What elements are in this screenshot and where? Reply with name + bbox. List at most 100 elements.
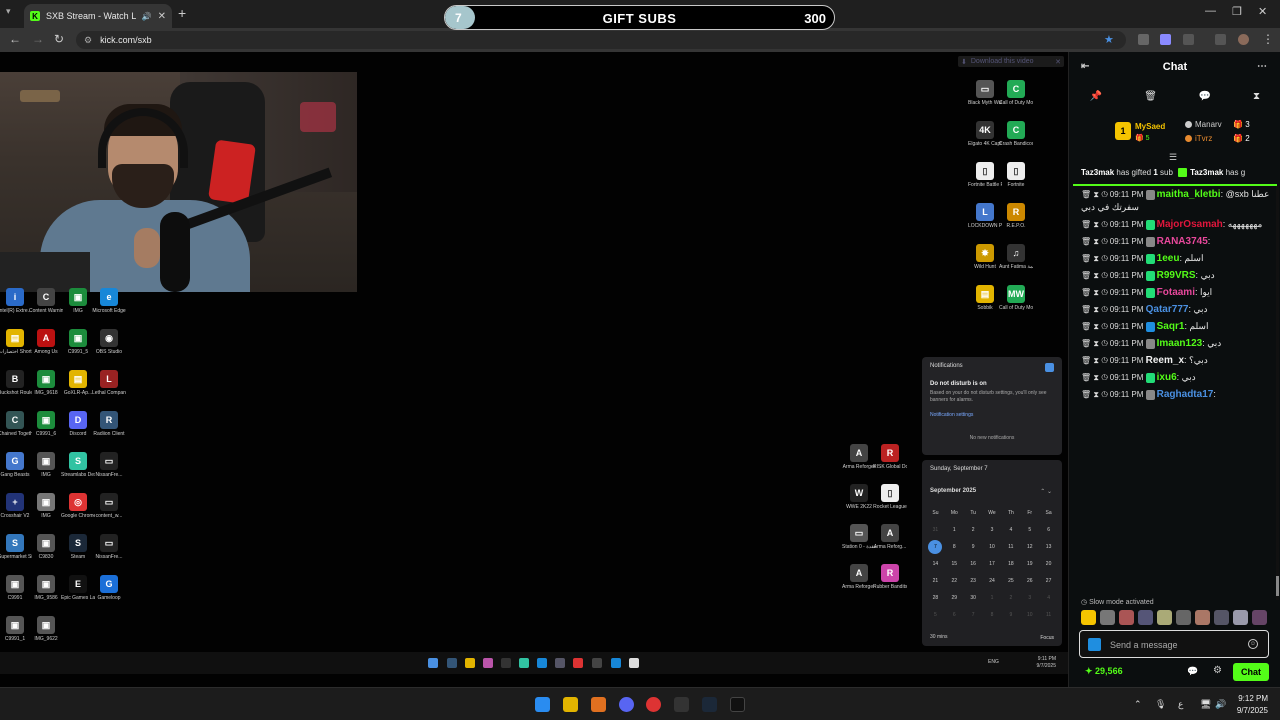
calendar-day[interactable]: 1	[945, 522, 964, 539]
chat-bubble-icon[interactable]: 💬	[1187, 666, 1198, 677]
chat-message[interactable]: 🗑 ⧗ ◷ 09:11 PM ixu6: دبي	[1069, 369, 1277, 386]
channel-points[interactable]: ✦ 29,566	[1085, 666, 1123, 677]
tray-chevron-icon[interactable]: ⌃	[1134, 699, 1142, 710]
chat-message[interactable]: 🗑 ⧗ ◷ 09:11 PM MajorOsamah: مههههههه	[1069, 216, 1277, 233]
emote-icon[interactable]	[1119, 610, 1134, 625]
desktop-shortcut[interactable]: G Gang Beasts	[0, 452, 32, 478]
extensions-puzzle-icon[interactable]	[1183, 34, 1194, 45]
calendar-day[interactable]: 2	[964, 522, 983, 539]
chat-username[interactable]: Reem_x	[1146, 355, 1184, 366]
desktop-shortcut[interactable]: ▭ NissanFre...	[92, 534, 126, 560]
desktop-shortcut[interactable]: A Arma Reforger	[842, 444, 876, 470]
desktop-shortcut[interactable]: MW Call of Duty Modern W...	[999, 285, 1033, 311]
calendar-day[interactable]: 20	[1039, 556, 1058, 573]
forward-icon[interactable]: →	[32, 32, 44, 46]
profile-avatar[interactable]	[1238, 34, 1249, 45]
desktop-shortcut[interactable]: R R.E.P.O.	[999, 203, 1033, 229]
emote-icon[interactable]	[1214, 610, 1229, 625]
chat-message[interactable]: 🗑 ⧗ ◷ 09:11 PM Fotaami: ايوا	[1069, 284, 1277, 301]
chat-username[interactable]: R99VRS	[1157, 270, 1196, 281]
emote-icon[interactable]	[1252, 610, 1267, 625]
emote-icon[interactable]	[1157, 610, 1172, 625]
calendar-day[interactable]: 13	[1039, 539, 1058, 556]
desktop-shortcut[interactable]: ▤ Sobbik	[968, 285, 1002, 311]
steam-icon[interactable]	[702, 697, 717, 712]
desktop-shortcut[interactable]: L LOCKDOWN Protocol	[968, 203, 1002, 229]
desktop-shortcut[interactable]: R RISK Global Domination	[873, 444, 907, 470]
desktop-shortcut[interactable]: A Among Us	[29, 329, 63, 355]
media-control-icon[interactable]	[1215, 34, 1226, 45]
chat-username[interactable]: 1eeu	[1157, 253, 1180, 264]
pin-icon[interactable]: 📌	[1090, 91, 1102, 102]
tab-search-icon[interactable]: ▾	[6, 6, 18, 18]
chat-username[interactable]: ixu6	[1157, 372, 1177, 383]
calendar-day[interactable]: 6	[945, 607, 964, 624]
desktop-shortcut[interactable]: ▭ content_w...	[92, 493, 126, 519]
volume-icon[interactable]: 🔊	[1215, 699, 1226, 710]
chat-settings-icon[interactable]: ⚙	[1213, 665, 1222, 676]
calendar-day[interactable]: 16	[964, 556, 983, 573]
desktop-shortcut[interactable]: ◉ OBS Studio	[92, 329, 126, 355]
desktop-shortcut[interactable]: R Radiion Client	[92, 411, 126, 437]
desktop-shortcut[interactable]: S Supermarket Simulator	[0, 534, 32, 560]
language-icon[interactable]: ع	[1178, 699, 1183, 710]
calendar-day[interactable]: 26	[1020, 573, 1039, 590]
leaderboard-third-user[interactable]: iTvrz	[1185, 134, 1212, 143]
desktop-shortcut[interactable]: ▯ Fortnite Battle Royale	[968, 162, 1002, 188]
chat-filter-icon[interactable]: ☰	[1169, 152, 1177, 163]
calendar-day[interactable]: 5	[926, 607, 945, 624]
desktop-shortcut[interactable]: ▣ C9991_1	[0, 616, 32, 642]
desktop-shortcut[interactable]: ▯ Fortnite	[999, 162, 1033, 188]
desktop-shortcut[interactable]: ▣ C9991	[0, 575, 32, 601]
chat-message[interactable]: 🗑 ⧗ ◷ 09:11 PM Imaan123: دبي	[1069, 335, 1277, 352]
desktop-shortcut[interactable]: W WWE 2K22	[842, 484, 876, 510]
calendar-day[interactable]: 1	[983, 590, 1002, 607]
browser-menu-icon[interactable]: ⋮	[1262, 32, 1274, 46]
desktop-shortcut[interactable]: E Epic Games Launcher	[61, 575, 95, 601]
chat-bubble-icon[interactable]: 💬	[1199, 91, 1211, 102]
desktop-shortcut[interactable]: D Discord	[61, 411, 95, 437]
chat-message[interactable]: 🗑 ⧗ ◷ 09:11 PM Saqr1: اسلم	[1069, 318, 1277, 335]
chat-message[interactable]: 🗑 ⧗ ◷ 09:11 PM 1eeu: اسلم	[1069, 250, 1277, 267]
desktop-shortcut[interactable]: ▯ Rocket League	[873, 484, 907, 510]
site-info-icon[interactable]: ⚙	[84, 35, 92, 46]
calendar-day[interactable]: 25	[1001, 573, 1020, 590]
bookmark-star-icon[interactable]: ★	[1104, 33, 1114, 46]
chat-message-input[interactable]	[1110, 636, 1240, 654]
close-window-icon[interactable]: ✕	[1258, 5, 1267, 18]
new-tab-button[interactable]: +	[178, 5, 186, 21]
desktop-shortcut[interactable]: ▣ C9991_6	[29, 411, 63, 437]
chat-message[interactable]: 🗑 ⧗ ◷ 09:11 PM Raghadta17:	[1069, 386, 1277, 403]
emote-icon[interactable]	[1138, 610, 1153, 625]
calendar-day[interactable]: 4	[1039, 590, 1058, 607]
chat-username[interactable]: RANA3745	[1157, 236, 1208, 247]
calendar-day[interactable]: 18	[1001, 556, 1020, 573]
calendar-day[interactable]: 11	[1039, 607, 1058, 624]
extension-icon[interactable]	[1160, 34, 1171, 45]
desktop-shortcut[interactable]: ▣ IMG	[29, 452, 63, 478]
emoji-picker-icon[interactable]: ☺	[1248, 639, 1258, 649]
chat-username[interactable]: Imaan123	[1157, 338, 1203, 349]
chat-message[interactable]: 🗑 ⧗ ◷ 09:11 PM RANA3745:	[1069, 233, 1277, 250]
calendar-day[interactable]: 4	[1001, 522, 1020, 539]
collapse-chat-icon[interactable]: ⇤	[1081, 61, 1089, 72]
reload-icon[interactable]: ↻	[54, 32, 64, 46]
calendar-day[interactable]: 31	[926, 522, 945, 539]
desktop-shortcut[interactable]: ▣ IMG_9622	[29, 616, 63, 642]
desktop-shortcut[interactable]: 4K Elgato 4K Captur...	[968, 121, 1002, 147]
desktop-shortcut[interactable]: e Microsoft Edge	[92, 288, 126, 314]
desktop-shortcut[interactable]: A Arma Reforg...	[873, 524, 907, 550]
desktop-shortcut[interactable]: ▭ Station 0 - العقدة	[842, 524, 876, 550]
chat-message[interactable]: 🗑 ⧗ ◷ 09:11 PM Qatar777: دبي	[1069, 301, 1277, 318]
desktop-shortcut[interactable]: S Steam	[61, 534, 95, 560]
desktop-shortcut[interactable]: L Lethal Company	[92, 370, 126, 396]
desktop-shortcut[interactable]: ▣ IMG	[29, 493, 63, 519]
chat-username[interactable]: maitha_kletbi	[1157, 189, 1221, 200]
desktop-shortcut[interactable]: ▭ Black Myth Wukong	[968, 80, 1002, 106]
calendar-day[interactable]: 5	[1020, 522, 1039, 539]
chat-message[interactable]: 🗑 ⧗ ◷ 09:11 PM Reem_x: دبي؟	[1069, 352, 1277, 369]
chat-username[interactable]: MajorOsamah	[1157, 219, 1223, 230]
chat-message[interactable]: 🗑 ⧗ ◷ 09:11 PM maitha_kletbi: @sxb عطنا …	[1069, 186, 1277, 216]
chat-message[interactable]: 🗑 ⧗ ◷ 09:11 PM R99VRS: دبي	[1069, 267, 1277, 284]
desktop-shortcut[interactable]: ▣ IMG	[61, 288, 95, 314]
